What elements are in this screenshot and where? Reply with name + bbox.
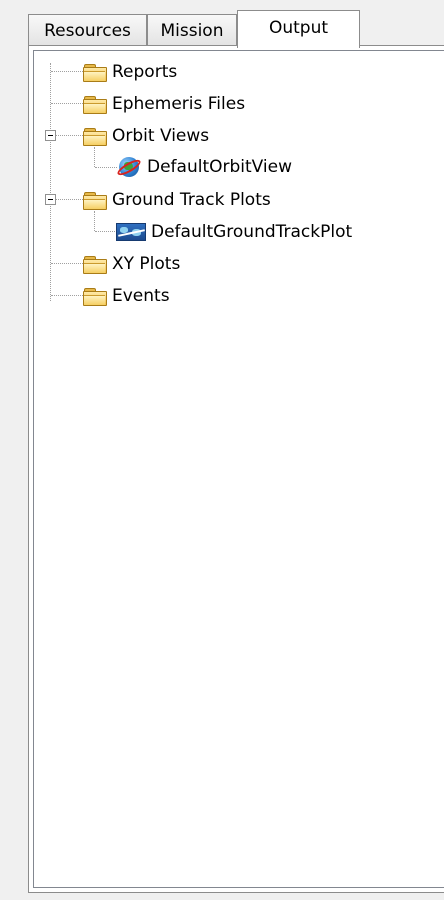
tree-node-events[interactable]: Events [83, 281, 170, 311]
tree-line [56, 135, 83, 136]
tree-line [51, 103, 83, 104]
folder-icon [83, 191, 107, 210]
tree-node-label: DefaultGroundTrackPlot [151, 222, 353, 242]
tab-strip: Resources Mission Output [28, 10, 428, 48]
tree-line [94, 211, 95, 231]
tree-node-orbit-views[interactable]: Orbit Views [83, 121, 209, 151]
tree-line [95, 231, 117, 232]
tree-node-label: Ephemeris Files [112, 94, 246, 114]
output-tree[interactable]: Reports Ephemeris Files Orbit Views Defa… [33, 50, 444, 888]
tree-node-reports[interactable]: Reports [83, 57, 177, 87]
tree-node-label: DefaultOrbitView [147, 157, 293, 177]
tree-node-default-orbit-view[interactable]: DefaultOrbitView [115, 152, 293, 182]
tab-output[interactable]: Output [237, 10, 360, 48]
collapse-icon[interactable] [45, 130, 56, 141]
tree-line [51, 71, 83, 72]
tree-node-label: XY Plots [112, 254, 181, 274]
output-panel: Reports Ephemeris Files Orbit Views Defa… [28, 45, 444, 893]
tree-line [51, 263, 83, 264]
folder-icon [83, 255, 107, 274]
tree-line [94, 147, 95, 167]
tree-node-label: Reports [112, 62, 178, 82]
folder-icon [83, 287, 107, 306]
folder-icon [83, 63, 107, 82]
tree-line [56, 199, 83, 200]
tree-node-label: Events [112, 286, 170, 306]
tree-line [51, 295, 83, 296]
ground-track-icon [116, 223, 146, 241]
tree-node-ephemeris-files[interactable]: Ephemeris Files [83, 89, 245, 119]
tree-node-label: Orbit Views [112, 126, 210, 146]
tree-node-xy-plots[interactable]: XY Plots [83, 249, 180, 279]
tab-mission[interactable]: Mission [147, 14, 237, 46]
folder-icon [83, 95, 107, 114]
folder-icon [83, 127, 107, 146]
tab-resources[interactable]: Resources [28, 14, 147, 46]
tree-node-default-ground-track-plot[interactable]: DefaultGroundTrackPlot [116, 217, 352, 247]
globe-orbit-icon [115, 154, 143, 180]
tree-line [95, 167, 117, 168]
tree-line [50, 63, 51, 301]
tree-node-ground-track-plots[interactable]: Ground Track Plots [83, 185, 271, 215]
collapse-icon[interactable] [45, 194, 56, 205]
tree-node-label: Ground Track Plots [112, 190, 271, 210]
